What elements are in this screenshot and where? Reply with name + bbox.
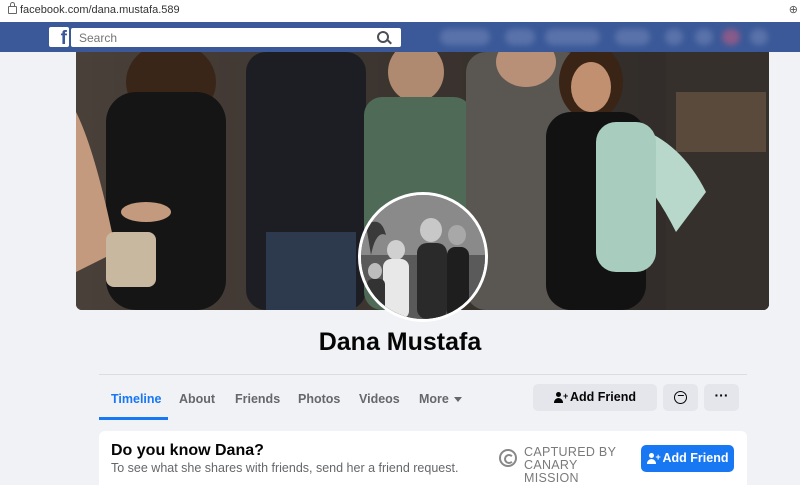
facebook-logo-icon[interactable]: f bbox=[49, 27, 69, 49]
watermark-line-2: CANARY MISSION bbox=[524, 458, 579, 485]
tab-friends[interactable]: Friends bbox=[235, 392, 280, 406]
tab-more[interactable]: More bbox=[419, 392, 462, 406]
card-add-friend-label: Add Friend bbox=[662, 451, 729, 465]
friend-suggestion-card: Do you know Dana? To see what she shares… bbox=[99, 431, 747, 485]
chevron-down-icon bbox=[453, 397, 462, 403]
blurred-nav-item bbox=[505, 29, 535, 45]
tab-videos[interactable]: Videos bbox=[359, 392, 400, 406]
search-icon[interactable] bbox=[377, 31, 389, 43]
search-input[interactable] bbox=[77, 28, 371, 47]
watermark: CAPTURED BY CANARY MISSION bbox=[499, 445, 634, 485]
search-box[interactable] bbox=[71, 28, 401, 47]
blurred-nav-item bbox=[615, 29, 650, 45]
blurred-nav-item bbox=[440, 29, 490, 45]
add-friend-icon: + bbox=[554, 392, 568, 404]
more-options-button[interactable]: ··· bbox=[704, 384, 739, 411]
browser-address-bar[interactable]: facebook.com/dana.mustafa.589 ⊕ bbox=[0, 0, 800, 23]
blurred-nav-item bbox=[665, 29, 683, 45]
top-navbar: f bbox=[0, 22, 800, 52]
card-subtitle: To see what she shares with friends, sen… bbox=[111, 461, 459, 475]
messenger-icon bbox=[674, 391, 687, 404]
address-url[interactable]: facebook.com/dana.mustafa.589 bbox=[20, 4, 180, 16]
card-question: Do you know Dana? bbox=[111, 442, 264, 459]
card-add-friend-button[interactable]: + Add Friend bbox=[641, 445, 734, 472]
profile-picture-image bbox=[361, 195, 485, 319]
blurred-nav-item bbox=[545, 29, 600, 45]
add-friend-icon: + bbox=[646, 453, 661, 465]
active-tab-indicator bbox=[99, 417, 168, 420]
more-icon: ··· bbox=[714, 387, 729, 403]
tab-more-label: More bbox=[419, 392, 449, 406]
profile-name: Dana Mustafa bbox=[318, 328, 482, 356]
canary-mission-logo-icon bbox=[499, 449, 517, 467]
profile-picture[interactable] bbox=[358, 192, 488, 322]
tab-about[interactable]: About bbox=[179, 392, 215, 406]
tab-photos[interactable]: Photos bbox=[298, 392, 340, 406]
message-button[interactable] bbox=[663, 384, 698, 411]
add-friend-label: Add Friend bbox=[570, 390, 636, 404]
tab-timeline[interactable]: Timeline bbox=[111, 392, 161, 406]
add-friend-button[interactable]: + Add Friend bbox=[533, 384, 657, 411]
blurred-nav-item bbox=[722, 29, 740, 45]
blurred-nav-item bbox=[695, 29, 713, 45]
zoom-icon[interactable]: ⊕ bbox=[789, 3, 798, 16]
lock-icon bbox=[8, 2, 17, 14]
blurred-nav-item bbox=[750, 29, 768, 45]
